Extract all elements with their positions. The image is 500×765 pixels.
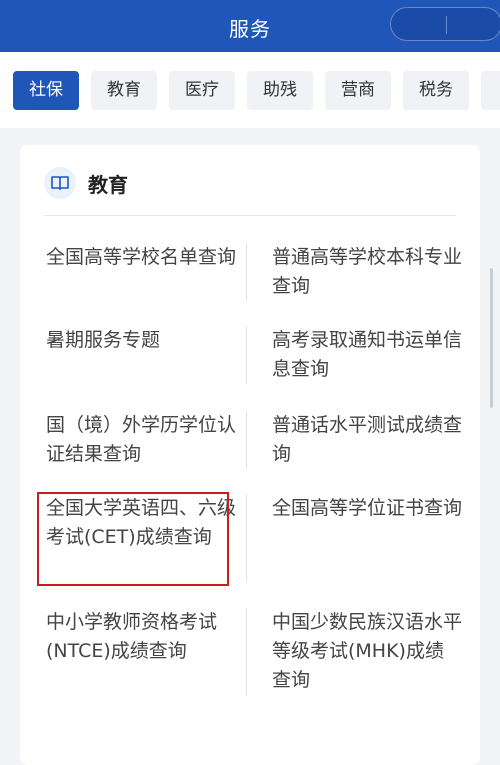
tab-disability-aid[interactable]: 助残 [247, 71, 313, 110]
column-divider [246, 243, 247, 301]
service-item-foreign-degree-verification[interactable]: 国（境）外学历学位认证结果查询 [46, 411, 238, 469]
section-title: 教育 [88, 173, 128, 197]
tab-medical[interactable]: 医疗 [169, 71, 235, 110]
column-divider [246, 326, 247, 384]
category-tabs: 社保 教育 医疗 助残 营商 税务 [0, 52, 500, 128]
service-item-admission-letter-tracking[interactable]: 高考录取通知书运单信息查询 [272, 326, 462, 384]
service-item-mandarin-test-score[interactable]: 普通话水平测试成绩查询 [272, 411, 462, 469]
service-item-mhk-score[interactable]: 中国少数民族汉语水平等级考试(MHK)成绩查询 [272, 608, 462, 695]
tab-business[interactable]: 营商 [325, 71, 391, 110]
service-item-undergraduate-majors[interactable]: 普通高等学校本科专业查询 [272, 243, 462, 301]
education-section-card: 教育 全国高等学校名单查询 普通高等学校本科专业查询 暑期服务专题 高考录取通知… [20, 145, 480, 765]
top-bar: 服务 [0, 0, 500, 52]
tab-education[interactable]: 教育 [91, 71, 157, 110]
service-item-summer-services[interactable]: 暑期服务专题 [46, 326, 238, 355]
section-divider [44, 215, 456, 216]
column-divider [246, 411, 247, 469]
mini-program-capsule[interactable] [390, 7, 500, 41]
book-icon [44, 167, 76, 199]
service-item-national-colleges-list[interactable]: 全国高等学校名单查询 [46, 243, 238, 272]
tab-tax[interactable]: 税务 [403, 71, 469, 110]
highlight-box [37, 492, 229, 586]
tab-overflow[interactable] [481, 71, 500, 110]
tab-social-security[interactable]: 社保 [13, 71, 79, 110]
capsule-divider [446, 16, 447, 34]
service-item-degree-certificate[interactable]: 全国高等学位证书查询 [272, 494, 462, 523]
service-item-ntce-score[interactable]: 中小学教师资格考试(NTCE)成绩查询 [46, 608, 238, 666]
column-divider [246, 494, 247, 582]
column-divider [246, 608, 247, 696]
scrollbar[interactable] [490, 268, 493, 408]
